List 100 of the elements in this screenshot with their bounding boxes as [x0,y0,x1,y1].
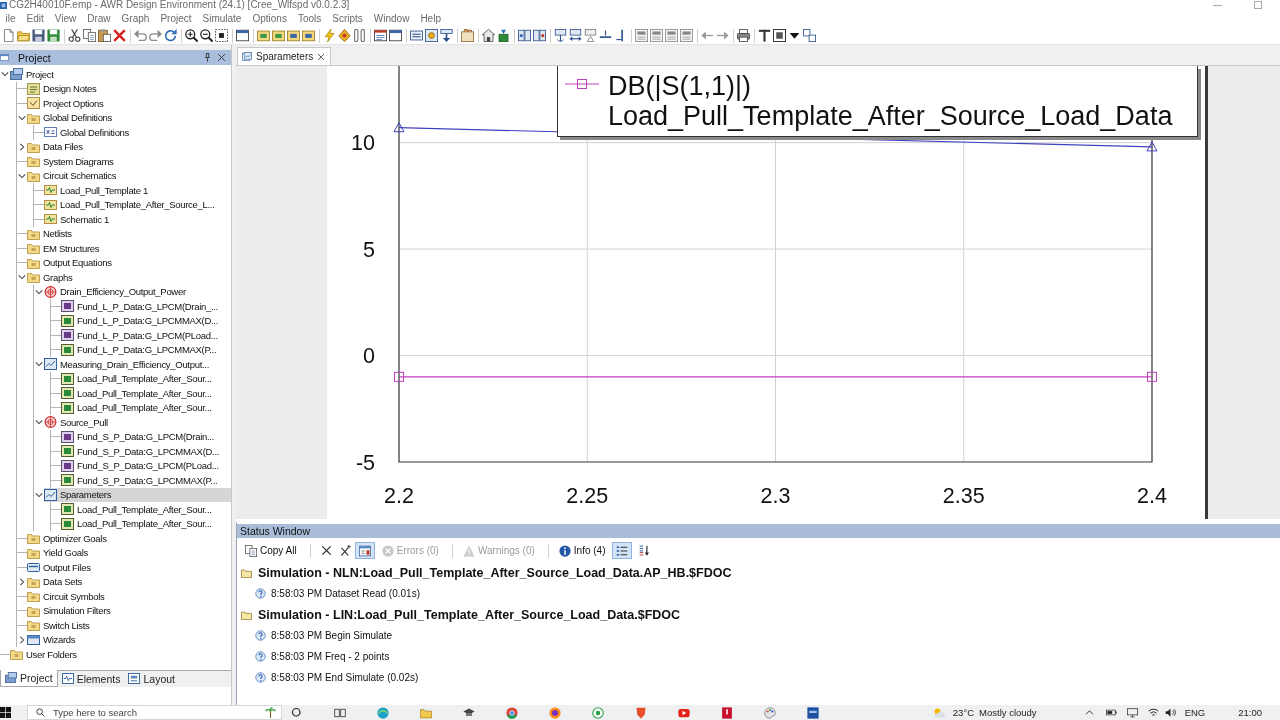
menu-item[interactable]: Scripts [326,13,369,24]
menu-item[interactable]: Draw [81,13,117,24]
tree-item[interactable]: Load_Pull_Template_After_Sour... [61,502,214,517]
shield-icon[interactable] [635,706,647,719]
pin-icon[interactable] [203,53,212,62]
chevron-down-icon[interactable] [35,360,43,369]
zoom-in-icon[interactable] [185,29,198,42]
tree-item[interactable]: Fund_L_P_Data:G_LPCMMAX(P... [61,342,219,357]
tree-item[interactable]: Yield Goals [27,545,90,560]
tree-item[interactable]: Load_Pull_Template_After_Source_L... [44,197,217,212]
palette-icon[interactable] [764,706,776,719]
group-toggle-button[interactable] [612,542,633,559]
monitor-icon[interactable] [1126,707,1138,718]
printer-icon[interactable] [737,29,750,42]
tree-item[interactable]: Project Options [27,96,106,111]
tree-item[interactable]: Optimizer Goals [27,531,109,546]
chevron-down-icon[interactable] [1,70,9,79]
lined-tile-icon[interactable] [665,29,678,42]
chevron-down-icon[interactable] [35,287,43,296]
menu-item[interactable]: Graph [116,13,155,24]
block-icon[interactable] [497,29,510,42]
tree-item[interactable]: Data Files [27,139,85,154]
tree-item[interactable]: Sparameters [44,487,231,502]
close-icon[interactable] [317,52,326,61]
chevron-down-icon[interactable] [35,490,43,499]
chevron-right-icon[interactable] [18,142,26,151]
redo-icon[interactable] [149,29,162,42]
cross-icon[interactable] [320,545,332,556]
search-field[interactable]: Type here to search [27,705,282,720]
chevron-down-icon[interactable] [35,418,43,427]
chevron-down-icon[interactable] [18,113,26,122]
zoom-out-icon[interactable] [200,29,213,42]
tree-item[interactable]: Project [10,67,56,82]
scissors-icon[interactable] [68,29,81,42]
tiles-icon[interactable] [0,707,11,718]
box-double-arrow-icon[interactable] [569,29,582,42]
diamond-icon[interactable] [338,29,351,42]
tree-item[interactable]: Output Equations [27,255,114,270]
copy-all-button[interactable]: Copy All [241,542,301,559]
chevron-down-icon[interactable] [18,171,26,180]
split-box-icon[interactable] [533,29,546,42]
box-pointer-icon[interactable] [554,29,567,42]
tree-item[interactable]: Source_Pull [44,415,110,430]
component-box-icon[interactable] [302,29,315,42]
battery-icon[interactable] [1105,707,1117,718]
chevron-right-icon[interactable] [18,577,26,586]
menu-item[interactable]: Tools [292,13,327,24]
page-icon[interactable] [2,29,15,42]
tree-item[interactable]: Drain_Efficiency_Output_Power [44,284,188,299]
menu-item[interactable]: Help [414,13,447,24]
cross-star-icon[interactable] [339,545,351,556]
bars-icon[interactable] [353,29,366,42]
panel-tab[interactable]: Elements [57,670,125,687]
filled-ring-icon[interactable] [549,706,561,719]
tree-item[interactable]: Data Sets [27,574,85,589]
graduation-cap-icon[interactable] [463,706,475,719]
window-icon[interactable] [236,29,249,42]
bar-tile-icon[interactable] [721,706,733,719]
menu-item[interactable]: Window [368,13,415,24]
arc-circle-icon[interactable] [377,706,389,719]
component-box-icon[interactable] [287,29,300,42]
copy-icon[interactable] [83,29,96,42]
wifi-icon[interactable] [1147,707,1159,718]
tree-item[interactable]: Load_Pull_Template_After_Sour... [61,516,214,531]
clipboard-icon[interactable] [98,29,111,42]
tree-item[interactable]: Fund_S_P_Data:G_LPCMMAX(D... [61,444,222,459]
squares-icon[interactable] [803,29,816,42]
tree-item[interactable]: Load_Pull_Template_After_Sour... [61,371,214,386]
folder-icon[interactable] [17,29,30,42]
down-arrow-icon[interactable] [440,29,453,42]
text-tool-icon[interactable] [758,29,771,42]
panel-tab[interactable]: Layout [124,670,179,687]
language-indicator[interactable]: ENG [1184,707,1206,718]
tree-item[interactable]: Load_Pull_Template_After_Sour... [61,386,214,401]
clock[interactable]: 21:00 [1238,707,1262,718]
tree-item[interactable]: Fund_L_P_Data:G_LPCM(Drain_... [61,299,220,314]
circle-box-icon[interactable] [425,29,438,42]
tree-item[interactable]: Wizards [27,632,78,647]
menu-item[interactable]: Options [246,13,293,24]
folder-icon[interactable] [241,609,252,620]
close-icon[interactable] [217,53,226,62]
menu-item[interactable]: View [49,13,82,24]
tabbed-box-icon[interactable] [461,29,474,42]
lightning-icon[interactable] [323,29,336,42]
tree-item[interactable]: Design Notes [27,81,99,96]
tree-item[interactable]: Global Definitions [27,110,115,125]
menu-item[interactable]: ile [0,13,21,24]
undo-icon[interactable] [134,29,147,42]
menu-item[interactable]: Edit [21,13,50,24]
arrow-left-icon[interactable] [701,29,714,42]
menu-item[interactable]: Simulate [197,13,247,24]
tree-item[interactable]: System Diagrams [27,154,116,169]
panel-tab[interactable]: Project [0,669,58,687]
frame-icon[interactable] [773,29,786,42]
chevron-down-icon[interactable] [18,273,26,282]
document-tab[interactable]: Sparameters [237,47,332,65]
list-window-icon[interactable] [374,29,387,42]
window-icon[interactable] [389,29,402,42]
tree-item[interactable]: Fund_S_P_Data:G_LPCMMAX(P... [61,473,220,488]
dashed-frame-icon[interactable] [215,29,228,42]
